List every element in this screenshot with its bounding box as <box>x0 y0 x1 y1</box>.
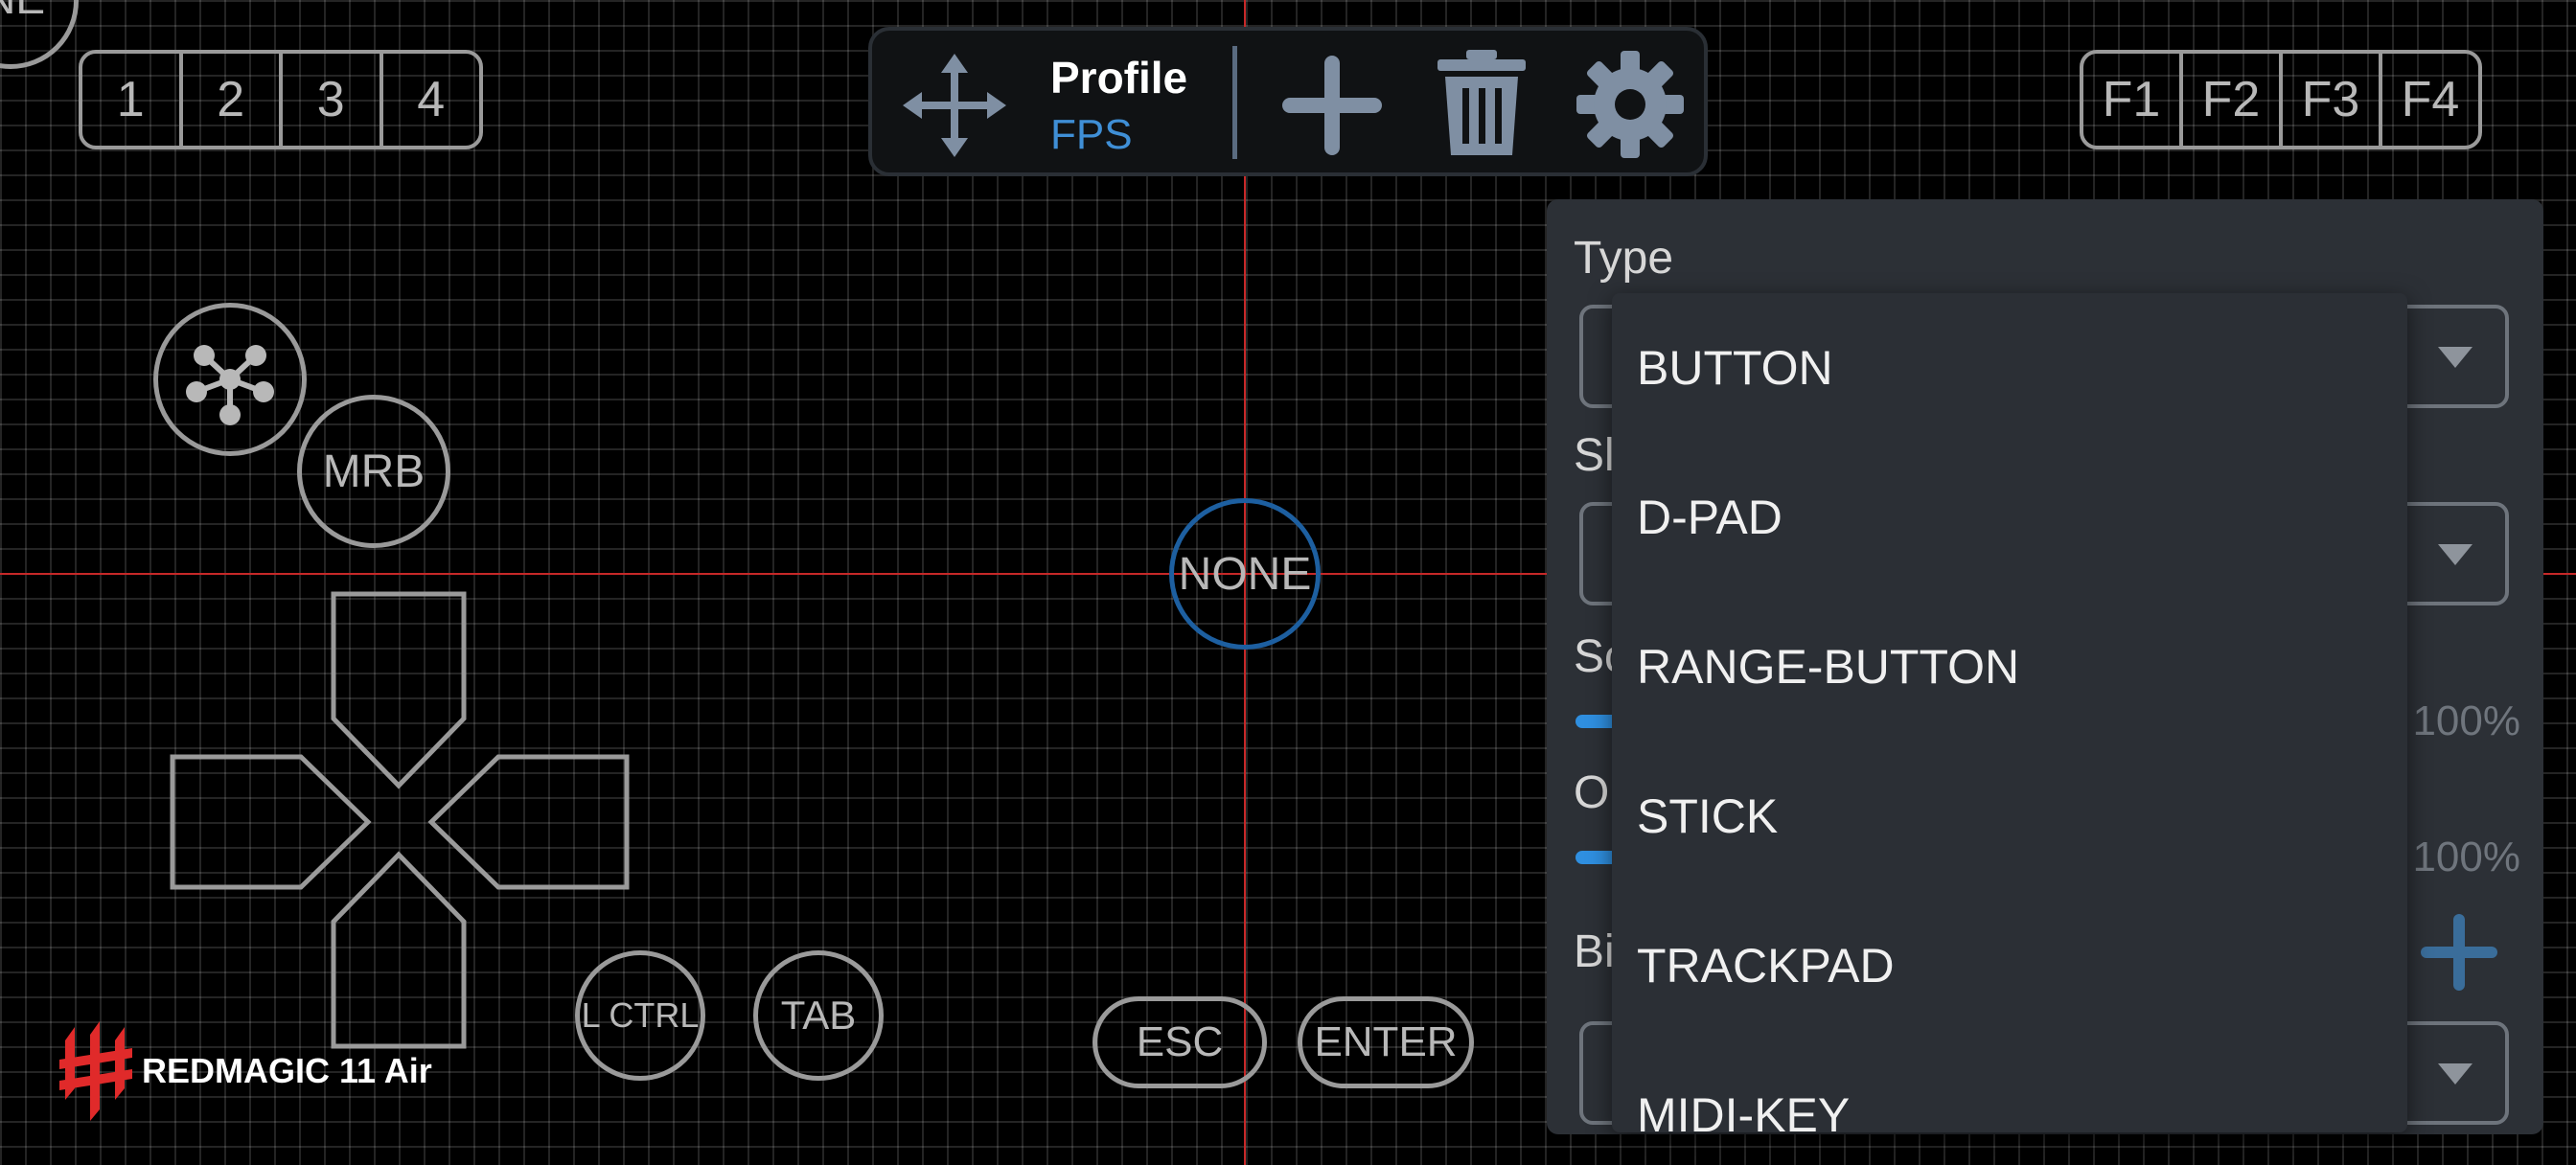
dropdown-option-button[interactable]: BUTTON <box>1637 293 1833 443</box>
center-control-label: NONE <box>1178 548 1312 600</box>
type-label: Type <box>1574 233 1674 284</box>
chevron-down-icon <box>2438 544 2472 565</box>
dropdown-option-range-button[interactable]: RANGE-BUTTON <box>1637 592 2019 742</box>
dpad-right[interactable] <box>427 754 630 890</box>
dropdown-option-trackpad[interactable]: TRACKPAD <box>1637 891 1895 1040</box>
dpad-control[interactable] <box>169 590 632 1050</box>
mrb-label: MRB <box>322 445 426 497</box>
enter-button[interactable]: ENTER <box>1298 996 1474 1088</box>
type-dropdown-menu: BUTTON D-PAD RANGE-BUTTON STICK TRACKPAD… <box>1612 293 2407 1132</box>
number-key-2[interactable]: 2 <box>178 54 280 146</box>
hub-control[interactable] <box>153 303 307 456</box>
settings-gear-icon[interactable] <box>1574 48 1687 161</box>
dpad-up[interactable] <box>331 591 467 789</box>
redmagic-logo-icon <box>59 1021 132 1121</box>
binding-label: Bi <box>1574 926 1615 977</box>
lctrl-button[interactable]: L CTRL <box>575 950 705 1081</box>
function-key-f1[interactable]: F1 <box>2083 54 2179 146</box>
tab-button[interactable]: TAB <box>753 950 884 1081</box>
profile-name[interactable]: FPS <box>1050 111 1133 159</box>
partial-control-label: NE <box>0 0 45 24</box>
dropdown-option-dpad[interactable]: D-PAD <box>1637 443 1782 592</box>
opacity-value: 100% <box>2412 834 2520 880</box>
number-key-3[interactable]: 3 <box>279 54 380 146</box>
function-key-group: F1 F2 F3 F4 <box>2080 50 2482 149</box>
dropdown-option-midi-key[interactable]: MIDI-KEY <box>1637 1040 1850 1132</box>
dropdown-option-stick[interactable]: STICK <box>1637 742 1778 891</box>
partial-control-top-left[interactable]: NE <box>0 0 79 69</box>
function-key-f2[interactable]: F2 <box>2179 54 2279 146</box>
chevron-down-icon <box>2438 347 2472 368</box>
add-binding-icon[interactable] <box>2417 910 2501 994</box>
move-icon[interactable] <box>899 50 1010 161</box>
device-watermark: REDMAGIC 11 Air <box>58 1021 432 1121</box>
number-key-4[interactable]: 4 <box>379 54 480 146</box>
tab-label: TAB <box>780 993 857 1038</box>
esc-button[interactable]: ESC <box>1092 996 1267 1088</box>
hub-icon <box>186 345 274 425</box>
function-key-f3[interactable]: F3 <box>2279 54 2379 146</box>
trash-icon[interactable] <box>1434 48 1530 159</box>
profile-label: Profile <box>1050 53 1188 103</box>
mrb-button[interactable]: MRB <box>297 395 450 548</box>
center-control[interactable]: NONE <box>1169 498 1321 650</box>
profile-toolbar: Profile FPS <box>868 27 1708 176</box>
shape-label: Sl <box>1574 430 1615 481</box>
opacity-label: O <box>1574 767 1610 818</box>
device-name: REDMAGIC 11 Air <box>142 1051 432 1090</box>
function-key-f4[interactable]: F4 <box>2379 54 2478 146</box>
dpad-down[interactable] <box>331 851 467 1049</box>
scale-value: 100% <box>2412 697 2520 744</box>
dpad-left[interactable] <box>170 754 372 890</box>
number-key-group: 1 2 3 4 <box>79 50 483 149</box>
chevron-down-icon <box>2438 1063 2472 1085</box>
lctrl-label: L CTRL <box>581 995 700 1035</box>
toolbar-divider <box>1232 46 1237 159</box>
add-icon[interactable] <box>1278 52 1386 159</box>
esc-label: ESC <box>1136 1018 1224 1065</box>
enter-label: ENTER <box>1314 1018 1458 1065</box>
number-key-1[interactable]: 1 <box>82 54 179 146</box>
